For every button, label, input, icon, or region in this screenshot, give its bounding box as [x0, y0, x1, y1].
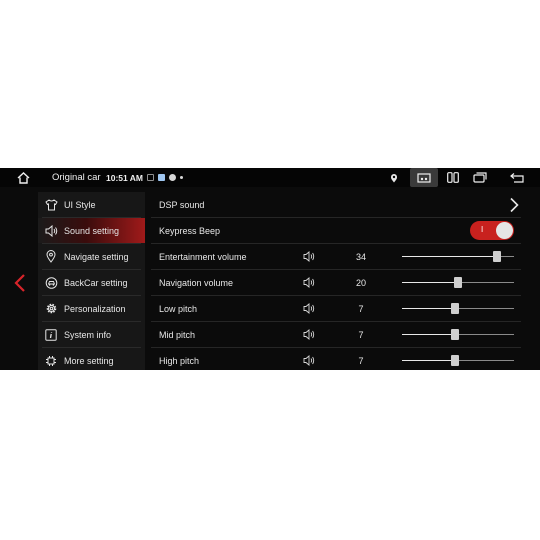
high-pitch-row: High pitch 7	[151, 348, 521, 370]
dsp-sound-row[interactable]: DSP sound	[151, 192, 521, 217]
slider-label: High pitch	[159, 355, 200, 366]
mid-pitch-row: Mid pitch 7	[151, 322, 521, 347]
navigation-volume-row: Navigation volume 20	[151, 270, 521, 295]
menu-item-label: More setting	[64, 355, 114, 366]
keypress-beep-row: Keypress Beep I	[151, 218, 521, 243]
slider-fill	[402, 360, 455, 361]
location-status-icon	[390, 168, 398, 187]
slider-value: 7	[358, 355, 364, 366]
notification-app-icon	[147, 174, 154, 181]
menu-item-system-info[interactable]: System info	[38, 322, 145, 347]
slider-thumb[interactable]	[493, 251, 502, 262]
slider-thumb[interactable]	[454, 277, 462, 288]
slider-fill	[402, 282, 458, 283]
slider-track[interactable]	[402, 355, 514, 366]
status-clock: 10:51 AM	[106, 172, 144, 183]
volume-icon	[303, 303, 315, 314]
slider-label: Low pitch	[159, 303, 198, 314]
slider-thumb[interactable]	[450, 303, 459, 314]
return-arrow-icon	[510, 172, 524, 183]
volume-icon	[303, 277, 315, 288]
low-pitch-row: Low pitch 7	[151, 296, 521, 321]
menu-item-label: UI Style	[64, 199, 96, 210]
car-name-label: Original car	[52, 172, 101, 183]
menu-item-label: BackCar setting	[64, 277, 128, 288]
head-unit-screen: Original car 10:51 AM UI Style Sound set…	[0, 168, 540, 370]
dsp-sound-label: DSP sound	[159, 199, 205, 210]
menu-item-more-setting[interactable]: More setting	[38, 348, 145, 370]
system-back-button[interactable]	[508, 168, 526, 187]
menu-item-backcar-setting[interactable]: BackCar setting	[38, 270, 145, 295]
recent-apps-button[interactable]	[471, 168, 489, 187]
shirt-icon	[44, 198, 58, 212]
toggle-on-mark: I	[481, 225, 484, 234]
notification-download-icon	[169, 174, 176, 181]
slider-fill	[402, 308, 455, 309]
slider-fill	[402, 334, 455, 335]
chevron-left-icon	[14, 274, 25, 292]
info-icon	[44, 328, 58, 342]
car-screen-icon	[417, 172, 431, 183]
slider-value: 34	[355, 251, 366, 262]
volume-icon	[303, 355, 315, 366]
notification-icons	[147, 168, 183, 187]
slider-thumb[interactable]	[450, 329, 459, 340]
chip-icon	[44, 354, 58, 368]
slider-label: Entertainment volume	[159, 251, 247, 262]
menu-item-sound-setting[interactable]: Sound setting	[38, 218, 145, 243]
toggle-thumb	[496, 222, 513, 239]
volume-icon	[303, 329, 315, 340]
home-button[interactable]	[14, 168, 32, 187]
keypress-beep-label: Keypress Beep	[159, 225, 221, 236]
slider-value: 7	[358, 303, 364, 314]
slider-track[interactable]	[402, 303, 514, 314]
speaker-icon	[44, 224, 58, 238]
slider-track[interactable]	[402, 329, 514, 340]
location-pin-icon	[44, 250, 58, 264]
slider-track[interactable]	[402, 251, 514, 262]
slider-value: 7	[358, 329, 364, 340]
slider-fill	[402, 256, 498, 257]
menu-item-label: Personalization	[64, 303, 126, 314]
menu-item-label: Sound setting	[64, 225, 120, 236]
menu-item-label: System info	[64, 329, 112, 340]
split-screen-button[interactable]	[444, 168, 462, 187]
menu-item-label: Navigate setting	[64, 251, 129, 262]
entertainment-volume-row: Entertainment volume 34	[151, 244, 521, 269]
settings-menu: UI Style Sound setting Navigate setting …	[38, 192, 145, 370]
car-icon	[44, 276, 58, 290]
home-icon	[17, 171, 29, 184]
volume-icon	[303, 251, 315, 262]
keypress-beep-toggle[interactable]: I	[470, 221, 514, 240]
page-back-button[interactable]	[8, 268, 32, 298]
recent-apps-icon	[473, 172, 487, 183]
menu-item-ui-style[interactable]: UI Style	[38, 192, 145, 217]
slider-label: Mid pitch	[159, 329, 196, 340]
slider-thumb[interactable]	[450, 355, 459, 366]
menu-item-personalization[interactable]: Personalization	[38, 296, 145, 321]
slider-track[interactable]	[402, 277, 514, 288]
car-screen-button[interactable]	[410, 168, 438, 187]
notification-dot-icon	[180, 176, 183, 179]
slider-value: 20	[355, 277, 366, 288]
status-bar: Original car 10:51 AM	[0, 168, 540, 187]
gear-icon	[44, 302, 58, 316]
sound-settings-list: DSP sound Keypress Beep I Entertainment …	[151, 192, 531, 370]
slider-label: Navigation volume	[159, 277, 234, 288]
chevron-right-icon	[510, 197, 519, 213]
notification-image-icon	[158, 174, 165, 181]
split-screen-icon	[447, 172, 459, 183]
menu-item-navigate-setting[interactable]: Navigate setting	[38, 244, 145, 269]
